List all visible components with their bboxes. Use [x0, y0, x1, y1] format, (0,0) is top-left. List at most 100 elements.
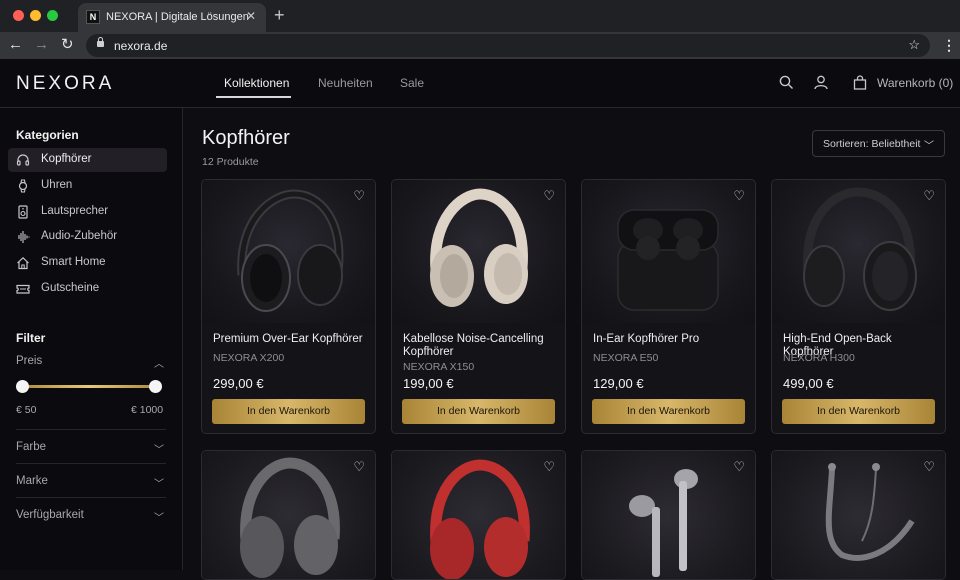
product-price: 499,00 € — [783, 376, 834, 391]
back-icon[interactable]: ← — [8, 37, 23, 53]
add-to-cart-button[interactable]: In den Warenkorb — [782, 399, 935, 424]
sidebar-item-audio-zubehoer[interactable]: Audio-Zubehör — [8, 225, 167, 249]
beige-headphones-image — [430, 188, 528, 307]
bookmark-star-icon[interactable]: ☆ — [908, 37, 920, 53]
home-icon — [17, 256, 29, 270]
product-name[interactable]: In-Ear Kopfhörer Pro — [593, 333, 748, 346]
filter-farbe[interactable]: Farbe ﹀ — [16, 441, 166, 456]
sort-dropdown[interactable]: Sortieren: Beliebtheit ﹀ — [812, 130, 945, 157]
filter-label: Preis — [16, 355, 43, 367]
filter-preis[interactable]: Preis ︿ — [16, 355, 166, 370]
reload-icon[interactable]: ↻ — [61, 37, 74, 53]
browser-menu-icon[interactable]: ⋮ — [942, 37, 956, 54]
product-card[interactable]: ♡ — [771, 450, 946, 580]
add-to-cart-button[interactable]: In den Warenkorb — [592, 399, 745, 424]
price-slider-min-handle[interactable] — [16, 380, 29, 393]
filter-verfuegbarkeit[interactable]: Verfügbarkeit ﹀ — [16, 509, 166, 524]
url-field[interactable]: nexora.de ☆ — [86, 34, 930, 57]
categories-heading: Kategorien — [16, 128, 79, 142]
price-slider-track[interactable] — [22, 385, 156, 388]
url-text: nexora.de — [114, 39, 168, 53]
product-price: 299,00 € — [213, 376, 264, 391]
filter-label: Marke — [16, 475, 48, 487]
maximize-window-button[interactable] — [47, 10, 58, 21]
product-card[interactable]: ♡ — [391, 450, 566, 580]
sidebar-item-label: Kopfhörer — [41, 153, 92, 165]
product-name[interactable]: Premium Over-Ear Kopfhörer — [213, 333, 368, 346]
user-icon[interactable] — [814, 75, 828, 90]
heart-icon[interactable]: ♡ — [353, 459, 365, 475]
divider — [16, 463, 166, 464]
nav-active-indicator — [216, 96, 291, 98]
heart-icon[interactable]: ♡ — [923, 459, 935, 475]
new-tab-icon[interactable]: + — [274, 5, 285, 25]
filter-marke[interactable]: Marke ﹀ — [16, 475, 166, 490]
sidebar-item-label: Uhren — [41, 179, 73, 191]
product-image[interactable] — [772, 180, 945, 323]
sidebar-item-smart-home[interactable]: Smart Home — [8, 251, 167, 275]
product-count: 12 Produkte — [202, 156, 259, 168]
product-card[interactable]: ♡ — [581, 450, 756, 580]
product-image[interactable] — [392, 451, 565, 579]
cart-link[interactable]: Warenkorb (0) — [877, 76, 953, 90]
divider — [16, 497, 166, 498]
chevron-up-icon[interactable]: ︿ — [154, 355, 164, 370]
search-icon[interactable] — [779, 75, 794, 90]
address-bar: ← → ↻ nexora.de ☆ ⋮ — [0, 32, 960, 59]
sidebar-item-uhren[interactable]: Uhren — [8, 174, 167, 198]
nav-kollektionen[interactable]: Kollektionen — [224, 76, 289, 90]
filter-label: Farbe — [16, 441, 47, 453]
heart-icon[interactable]: ♡ — [353, 188, 365, 204]
product-card[interactable]: ♡ High-End Open-Back Kopfhörer NEXORA H3… — [771, 179, 946, 434]
minimize-window-button[interactable] — [30, 10, 41, 21]
chevron-down-icon[interactable]: ﹀ — [154, 509, 164, 524]
site-header: NEXORA Kollektionen Neuheiten Sale Waren… — [0, 59, 960, 108]
nav-neuheiten[interactable]: Neuheiten — [318, 76, 373, 90]
add-to-cart-button[interactable]: In den Warenkorb — [402, 399, 555, 424]
product-card[interactable]: ♡ Premium Over-Ear Kopfhörer NEXORA X200… — [201, 179, 376, 434]
sidebar-item-label: Gutscheine — [41, 282, 100, 294]
product-image[interactable] — [202, 180, 375, 323]
heart-icon[interactable]: ♡ — [923, 188, 935, 204]
add-to-cart-button[interactable]: In den Warenkorb — [212, 399, 365, 424]
browser-tab[interactable]: N NEXORA | Digitale Lösungen ✕ — [78, 3, 266, 32]
product-card[interactable]: ♡ Kabellose Noise-Cancelling Kopfhörer N… — [391, 179, 566, 434]
product-image[interactable] — [772, 451, 945, 579]
grey-headphones-image — [240, 457, 340, 578]
open-back-headphones-image — [803, 187, 917, 311]
tab-close-icon[interactable]: ✕ — [246, 9, 256, 23]
sidebar-item-kopfhoerer[interactable]: Kopfhörer — [8, 148, 167, 172]
sidebar-item-label: Lautsprecher — [41, 205, 109, 217]
product-card[interactable]: ♡ In-Ear Kopfhörer Pro NEXORA E50 129,00… — [581, 179, 756, 434]
product-price: 129,00 € — [593, 376, 644, 391]
product-model: NEXORA E50 — [593, 352, 659, 364]
nav-sale[interactable]: Sale — [400, 76, 424, 90]
speaker-icon — [18, 205, 28, 219]
sidebar-item-gutscheine[interactable]: Gutscheine — [8, 277, 167, 301]
sidebar-item-lautsprecher[interactable]: Lautsprecher — [8, 200, 167, 224]
forward-icon[interactable]: → — [34, 37, 49, 53]
heart-icon[interactable]: ♡ — [733, 459, 745, 475]
heart-icon[interactable]: ♡ — [543, 188, 555, 204]
chevron-down-icon[interactable]: ﹀ — [154, 441, 164, 456]
favicon-icon: N — [86, 10, 100, 24]
red-headphones-image — [430, 459, 530, 579]
heart-icon[interactable]: ♡ — [733, 188, 745, 204]
product-price: 199,00 € — [403, 376, 454, 391]
product-image[interactable] — [582, 180, 755, 323]
heart-icon[interactable]: ♡ — [543, 459, 555, 475]
close-window-button[interactable] — [13, 10, 24, 21]
sort-label: Sortieren: Beliebtheit — [823, 138, 921, 150]
product-card[interactable]: ♡ — [201, 450, 376, 580]
product-image[interactable] — [582, 451, 755, 579]
product-image[interactable] — [202, 451, 375, 579]
chevron-down-icon[interactable]: ﹀ — [154, 475, 164, 490]
product-model: NEXORA H300 — [783, 352, 855, 364]
price-max-label: € 1000 — [131, 404, 164, 416]
price-slider-max-handle[interactable] — [149, 380, 162, 393]
logo[interactable]: NEXORA — [16, 73, 114, 95]
watch-icon — [18, 179, 28, 193]
product-name[interactable]: Kabellose Noise-Cancelling Kopfhörer — [403, 333, 558, 359]
shopping-bag-icon[interactable] — [853, 75, 867, 90]
product-image[interactable] — [392, 180, 565, 323]
